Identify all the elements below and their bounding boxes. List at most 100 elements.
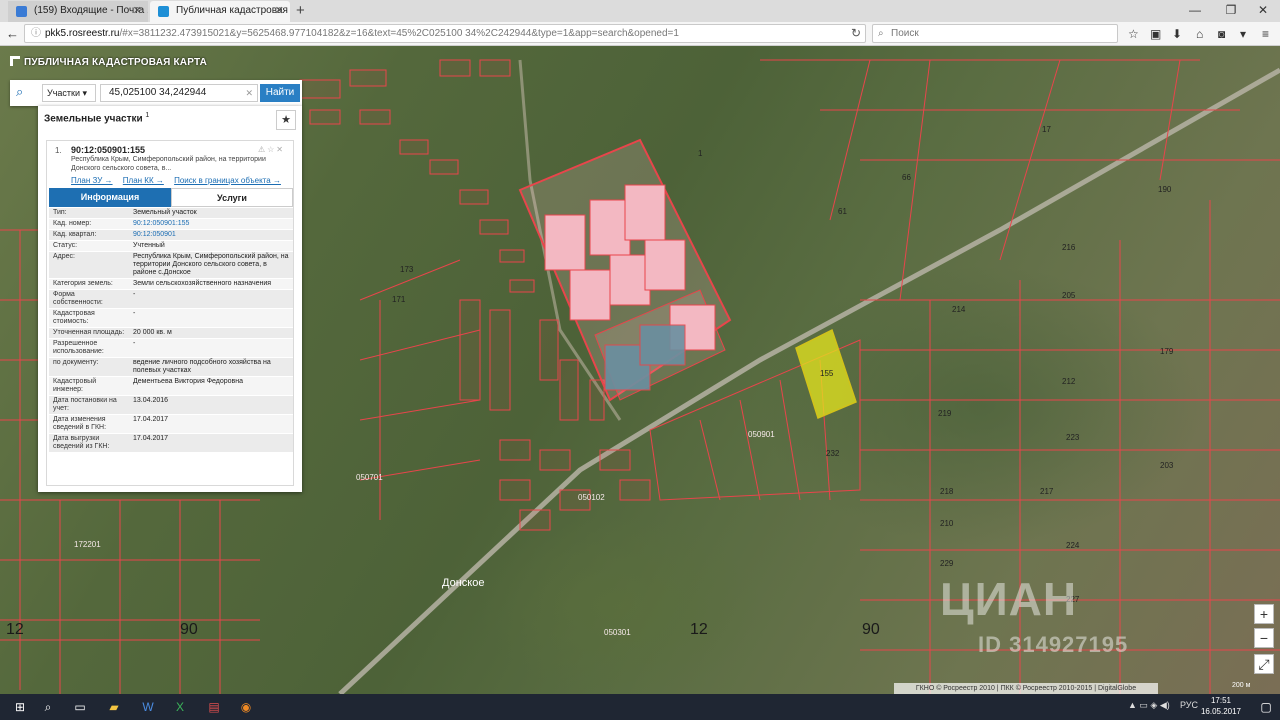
pocket-icon[interactable]: ◙ [1218, 25, 1225, 43]
find-button[interactable]: Найти [260, 84, 300, 102]
attribute-key: Дата постановки на учет: [53, 397, 117, 412]
attribute-key: Адрес: [53, 253, 75, 260]
firefox-icon[interactable]: ◉ [236, 697, 256, 717]
region-label: 90 [862, 621, 880, 638]
pkk-logo-icon [10, 56, 20, 66]
plan-kk-link[interactable]: План КК → [123, 176, 164, 185]
tab-mail[interactable]: (159) Входящие - Почта ... ✕ [8, 1, 148, 22]
card-actions-icon[interactable]: ⚠☆✕ [258, 145, 285, 154]
parcel-label: 216 [1062, 243, 1076, 252]
clock[interactable]: 17:51 16.05.2017 [1194, 695, 1248, 717]
back-icon[interactable]: ← [6, 25, 19, 43]
coordinates-search-input[interactable]: 45,025100 34,242944 ✕ [100, 84, 258, 102]
map-copyright: ГКНО © Росреестр 2010 | ПКК © Росреестр … [894, 683, 1158, 694]
clipboard-icon[interactable]: ▣ [1150, 25, 1161, 43]
attribute-value: - [133, 291, 136, 298]
plan-zu-link[interactable]: План ЗУ → [71, 176, 113, 185]
attribute-key: Дата выгрузки сведений из ГКН: [53, 435, 110, 450]
object-type-select[interactable]: Участки ▾ [42, 84, 96, 102]
attribute-key: Кад. квартал: [53, 231, 97, 238]
zoom-in-button[interactable]: + [1254, 604, 1274, 624]
attribute-value: Учтенный [133, 242, 165, 249]
parcel-label: 218 [940, 487, 954, 496]
word-icon[interactable]: W [138, 697, 158, 717]
reload-icon[interactable]: ↻ [851, 25, 861, 42]
url-host: pkk5.rosreestr.ru [45, 28, 120, 39]
tab-information[interactable]: Информация [49, 188, 171, 207]
attribute-row: Кадастровый инженер: Дементьева Виктория … [49, 377, 293, 396]
explorer-icon[interactable]: ▰ [104, 697, 124, 717]
clear-icon[interactable]: ✕ [245, 85, 253, 101]
attribute-key: Кадастровая стоимость: [53, 310, 95, 325]
download-icon[interactable]: ⬇ [1172, 25, 1182, 43]
quarter-label: 050301 [604, 628, 631, 637]
attribute-row: Дата постановки на учет: 13.04.2016 [49, 396, 293, 415]
bookmark-star-icon[interactable]: ☆ [1128, 25, 1139, 43]
browser-navbar: ← ⓘ pkk5.rosreestr.ru/#x=3811232.4739150… [0, 22, 1280, 46]
attribute-key: по документу: [53, 359, 99, 366]
tab-mail-title: (159) Входящие - Почта ... [34, 5, 148, 16]
start-icon[interactable]: ⊞ [10, 697, 30, 717]
district-label: 12 [6, 621, 24, 638]
attribute-row: Уточненная площадь: 20 000 кв. м [49, 328, 293, 339]
results-count: 1 [145, 112, 150, 119]
map-scale: 200 м [1232, 682, 1251, 689]
parcel-label: 155 [820, 369, 834, 378]
attribute-key: Разрешенное использование: [53, 340, 104, 355]
close-icon[interactable]: ✕ [133, 1, 142, 21]
address-bar[interactable]: ⓘ pkk5.rosreestr.ru/#x=3811232.473915021… [24, 24, 866, 43]
result-index: 1. [55, 146, 62, 155]
rosreestr-icon [158, 6, 169, 17]
parcel-label: 223 [1066, 433, 1080, 442]
tab-services[interactable]: Услуги [171, 188, 293, 207]
place-label: Донское [442, 577, 484, 589]
notifications-icon[interactable]: ▢ [1256, 697, 1276, 717]
attribute-value: - [133, 340, 136, 347]
cadastral-number[interactable]: 90:12:050901:155 [71, 145, 145, 155]
district-label: 12 [690, 621, 708, 638]
attribute-value: 17.04.2017 [133, 435, 169, 442]
extension-icon[interactable]: ▾ [1240, 25, 1246, 43]
parcel-label: 1 [698, 149, 703, 158]
pdf-icon[interactable]: ▤ [204, 697, 224, 717]
task-view-icon[interactable]: ▭ [70, 697, 90, 717]
menu-icon[interactable]: ≡ [1262, 25, 1269, 43]
parcel-label: 205 [1062, 291, 1076, 300]
tab-cadastral-title: Публичная кадастровая ... [176, 5, 290, 16]
search-in-bounds-link[interactable]: Поиск в границах объекта → [174, 176, 281, 185]
parcel-label: 61 [838, 207, 847, 216]
results-heading: Земельные участки 1 [44, 112, 149, 124]
attribute-row: Кадастровая стоимость: - [49, 309, 293, 328]
fullscreen-icon[interactable]: ⤢ [1254, 654, 1274, 674]
url-path: /#x=3811232.473915021&y=5625468.97710418… [119, 28, 679, 39]
browser-search-placeholder: Поиск [891, 28, 919, 39]
quarter-label: 050901 [748, 430, 775, 439]
maximize-icon[interactable]: ❐ [1214, 0, 1248, 22]
info-icon[interactable]: ⓘ [31, 25, 41, 42]
tray-icons[interactable]: ▲ ▭ ◈ ◀) [1128, 700, 1170, 711]
attribute-row: по документу: ведение личного подсобного … [49, 358, 293, 377]
search-icon[interactable]: ⌕ [38, 697, 58, 717]
attribute-value[interactable]: 90:12:050901:155 [129, 219, 293, 229]
close-icon[interactable]: ✕ [275, 1, 284, 21]
attribute-key: Форма собственности: [53, 291, 103, 306]
zoom-out-button[interactable]: − [1254, 628, 1274, 648]
browser-search-input[interactable]: ⌕ Поиск [872, 24, 1118, 43]
parcel-label: 214 [952, 305, 966, 314]
parcel-label: 173 [400, 265, 414, 274]
tab-cadastral-map[interactable]: Публичная кадастровая ... ✕ [150, 1, 290, 22]
taskbar: ⊞ ⌕ ▭ ▰ W X ▤ ◉ ▲ ▭ ◈ ◀) РУС 17:51 16.05… [0, 694, 1280, 720]
home-icon[interactable]: ⌂ [1196, 25, 1203, 43]
search-icon[interactable]: ⌕ [16, 84, 23, 100]
window-close-icon[interactable]: ✕ [1246, 0, 1280, 22]
favorite-star-icon[interactable]: ★ [276, 110, 296, 130]
watermark-logo: ЦИАН [940, 573, 1078, 625]
attribute-value[interactable]: 90:12:050901 [129, 230, 293, 240]
minimize-icon[interactable]: — [1178, 0, 1212, 22]
parcel-label: 17 [1042, 125, 1051, 134]
excel-icon[interactable]: X [170, 697, 190, 717]
parcel-label: 217 [1040, 487, 1054, 496]
attribute-row: Дата изменения сведений в ГКН: 17.04.2017 [49, 415, 293, 434]
attribute-key: Кад. номер: [53, 220, 92, 227]
new-tab-icon[interactable]: + [296, 1, 305, 21]
